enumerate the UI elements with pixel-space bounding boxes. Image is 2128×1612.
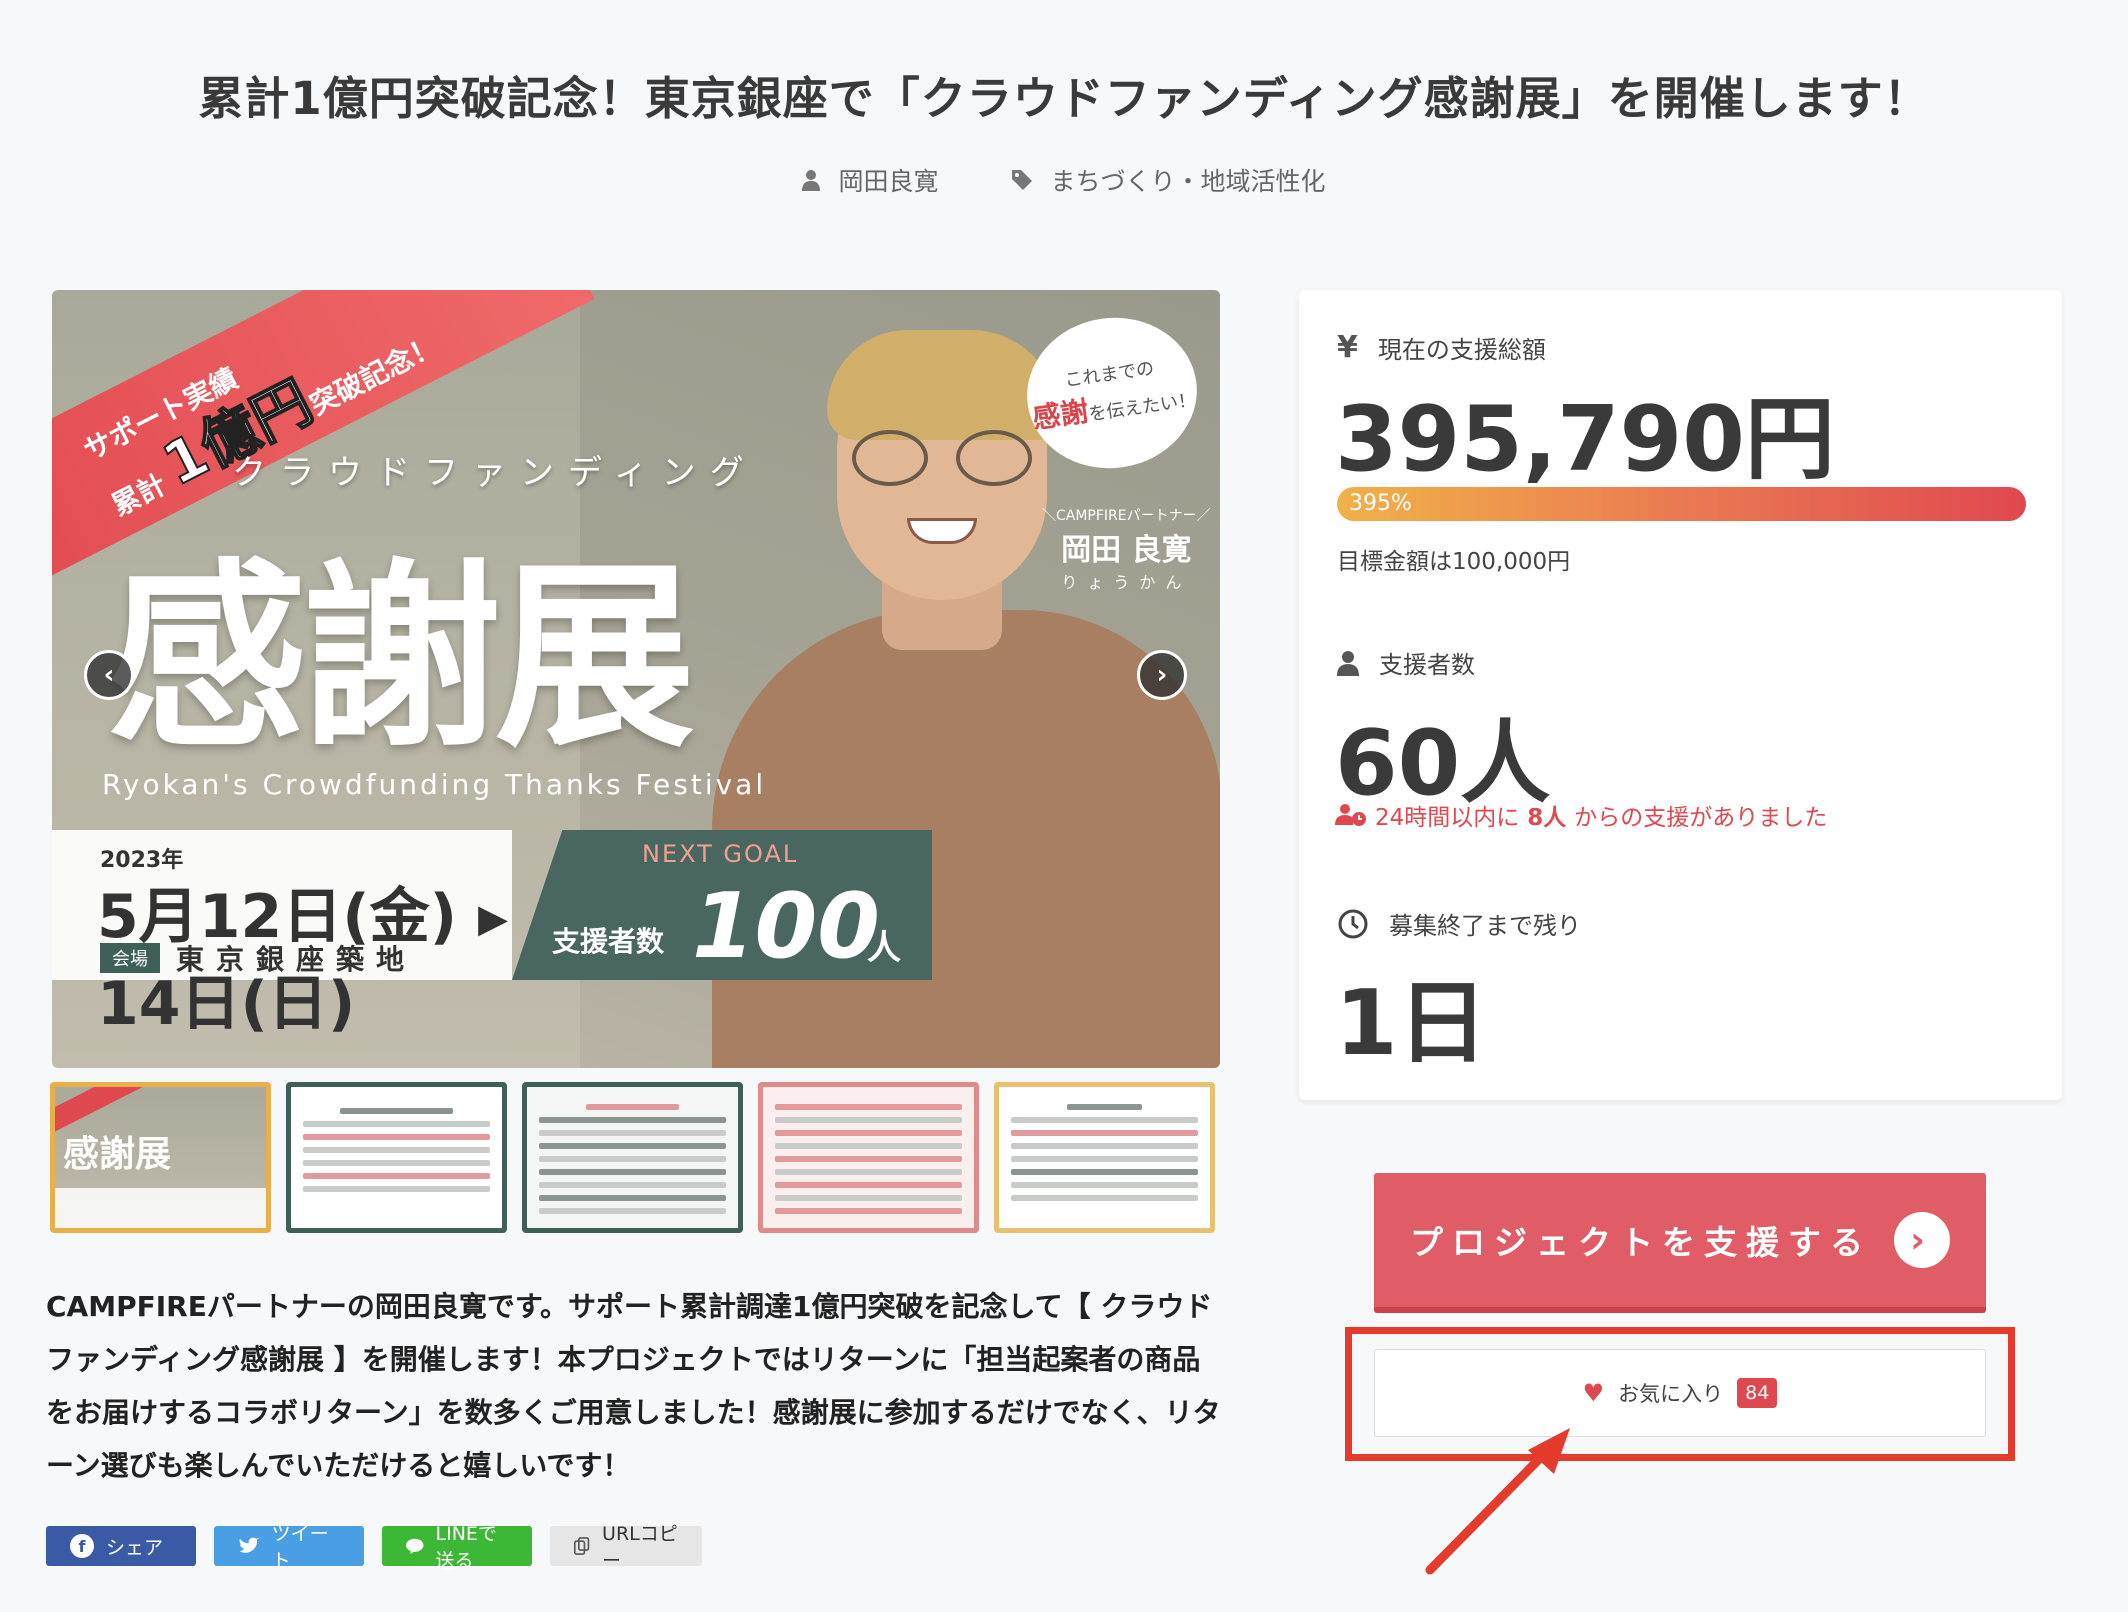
progress-percent: 395% <box>1349 491 1412 516</box>
favorite-count: 84 <box>1737 1378 1778 1408</box>
carousel-prev-button[interactable]: ‹ <box>84 650 134 700</box>
thumbnail-4[interactable] <box>758 1082 979 1233</box>
user-icon <box>1337 650 1359 676</box>
thumbnail-3[interactable] <box>522 1082 743 1233</box>
thumbnail-1[interactable]: 感謝展 <box>50 1082 271 1233</box>
author-name: 岡田良寛 <box>838 167 939 196</box>
chevron-right-icon: › <box>1156 660 1168 690</box>
share-bar: f シェア ツイート LINEで送る URLコピー <box>46 1523 702 1572</box>
progress-bar: 395% <box>1337 487 2026 521</box>
category-name: まちづくり・地域活性化 <box>1050 167 1326 196</box>
thumbnail-2[interactable] <box>286 1082 507 1233</box>
thumbnail-5[interactable] <box>994 1082 1215 1233</box>
remaining-value: 1日 <box>1335 971 1488 1076</box>
copy-url-button[interactable]: URLコピー <box>550 1523 702 1572</box>
hero-main-title: 感謝展 <box>107 540 695 775</box>
user-clock-icon <box>1335 804 1366 826</box>
goal-panel: NEXT GOAL 支援者数 100 人 <box>512 830 932 980</box>
chevron-right-icon: › <box>1894 1212 1950 1268</box>
backers-label: 支援者数 <box>1337 645 1475 680</box>
goal-amount: 目標金額は100,000円 <box>1337 549 1571 575</box>
hero-image: サポート実績 累計 1億円突破記念！ これまでの 感謝を伝えたい！ ＼CAMPF… <box>52 290 1220 1068</box>
line-icon <box>406 1538 424 1555</box>
project-meta: 岡田良寛 まちづくり・地域活性化 <box>0 162 2128 198</box>
thumbnail-strip: 感謝展 <box>50 1082 1215 1233</box>
page-title: 累計1億円突破記念！東京銀座で「クラウドファンディング感謝展」を開催します！ <box>198 72 1930 125</box>
project-page: 累計1億円突破記念！東京銀座で「クラウドファンディング感謝展」を開催します！ 岡… <box>0 0 2128 1612</box>
copy-icon <box>574 1537 590 1555</box>
chevron-left-icon: ‹ <box>103 660 115 690</box>
clock-icon <box>1338 909 1368 938</box>
hero-english-title: Ryokan's Crowdfunding Thanks Festival <box>102 768 767 801</box>
amount-label: ¥ 現在の支援総額 <box>1337 330 1546 365</box>
annotation-arrow <box>1425 1428 1570 1575</box>
facebook-share-button[interactable]: f シェア <box>46 1526 196 1566</box>
yen-icon: ¥ <box>1337 330 1358 365</box>
author[interactable]: 岡田良寛 <box>802 162 939 198</box>
tag-icon <box>1011 170 1032 190</box>
name-tag: ＼CAMPFIREパートナー／ 岡田 良寛 りょうかん <box>1042 508 1211 592</box>
recent-backers: 24時間以内に 8人 からの支援がありました <box>1335 798 1827 832</box>
user-icon <box>802 170 821 191</box>
funding-stats-card: ¥ 現在の支援総額 395,790円 395% 目標金額は100,000円 支援… <box>1299 290 2062 1100</box>
hero-subtitle: クラウドファンディング <box>232 453 758 493</box>
twitter-share-button[interactable]: ツイート <box>214 1523 364 1572</box>
twitter-icon <box>239 1537 260 1553</box>
carousel-next-button[interactable]: › <box>1137 650 1187 700</box>
person-glasses <box>852 430 1032 486</box>
facebook-icon: f <box>70 1534 94 1558</box>
amount-value: 395,790円 <box>1335 387 1835 492</box>
project-description: CAMPFIREパートナーの岡田良寛です。サポート累計調達1億円突破を記念して【… <box>46 1290 1221 1482</box>
date-panel: 2023年 5月12日(金) ▸ 14日(日) 会場 東京銀座築地 <box>52 830 512 1039</box>
category[interactable]: まちづくり・地域活性化 <box>1011 162 1326 198</box>
support-project-button[interactable]: プロジェクトを支援する › <box>1374 1173 1986 1313</box>
heart-icon: ♥ <box>1582 1379 1605 1407</box>
line-share-button[interactable]: LINEで送る <box>382 1523 532 1572</box>
remaining-label: 募集終了まで残り <box>1337 906 1581 941</box>
